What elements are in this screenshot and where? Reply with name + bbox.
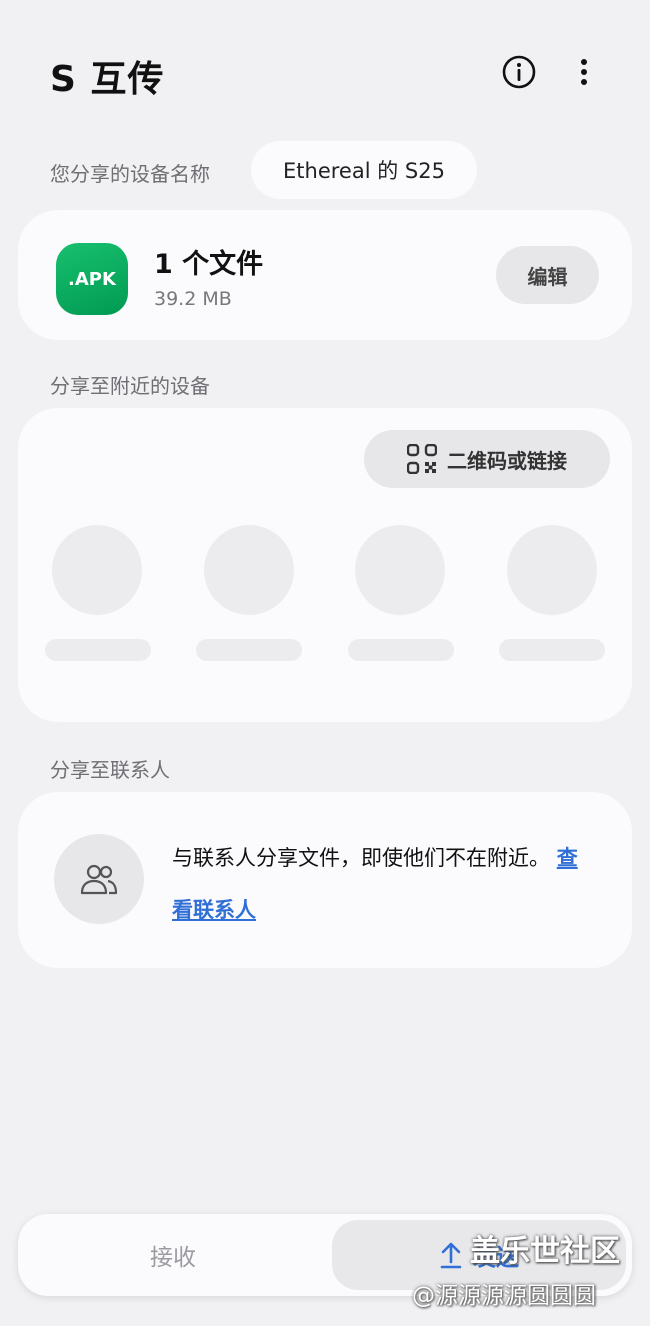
apk-file-icon: .APK [56,243,128,315]
more-options-button[interactable] [562,50,606,94]
device-placeholder-avatar [507,525,597,615]
people-icon [80,864,118,895]
info-circle-icon [502,55,536,89]
nearby-section-label: 分享至附近的设备 [50,374,210,398]
file-count: 1 个文件 [154,249,264,280]
device-placeholder-avatar [52,525,142,615]
info-button[interactable] [497,50,541,94]
upload-arrow-icon [440,1242,462,1269]
file-card: .APK 1 个文件 39.2 MB 编辑 [18,210,632,340]
qr-code-or-link-button[interactable]: 二维码或链接 [364,430,610,488]
device-placeholder-avatar [204,525,294,615]
qr-code-icon [407,444,437,474]
contacts-description: 与联系人分享文件，即使他们不在附近。 查看联系人 [172,832,592,936]
app-title: S 互传 [50,59,165,100]
device-placeholder-name [348,639,454,661]
contacts-card: 与联系人分享文件，即使他们不在附近。 查看联系人 [18,792,632,968]
qr-button-label: 二维码或链接 [447,448,567,473]
device-name-label: 您分享的设备名称 [50,162,210,186]
contacts-avatar [54,834,144,924]
device-placeholder-name [45,639,151,661]
device-name-pill[interactable]: Ethereal 的 S25 [251,141,477,199]
receive-button[interactable]: 接收 [18,1214,328,1296]
more-vert-icon [581,59,587,85]
device-placeholder-avatar [355,525,445,615]
contacts-section-label: 分享至联系人 [50,758,170,782]
file-size: 39.2 MB [154,288,232,310]
nearby-devices-card: 二维码或链接 [18,408,632,722]
watermark-community-text: 盖乐世社区 [470,1234,620,1269]
edit-button[interactable]: 编辑 [496,246,599,304]
watermark-author-text: @源源源源圆圆圆 [412,1283,596,1309]
contacts-description-text: 与联系人分享文件，即使他们不在附近。 [172,846,550,870]
device-placeholder-name [499,639,605,661]
device-placeholder-name [196,639,302,661]
